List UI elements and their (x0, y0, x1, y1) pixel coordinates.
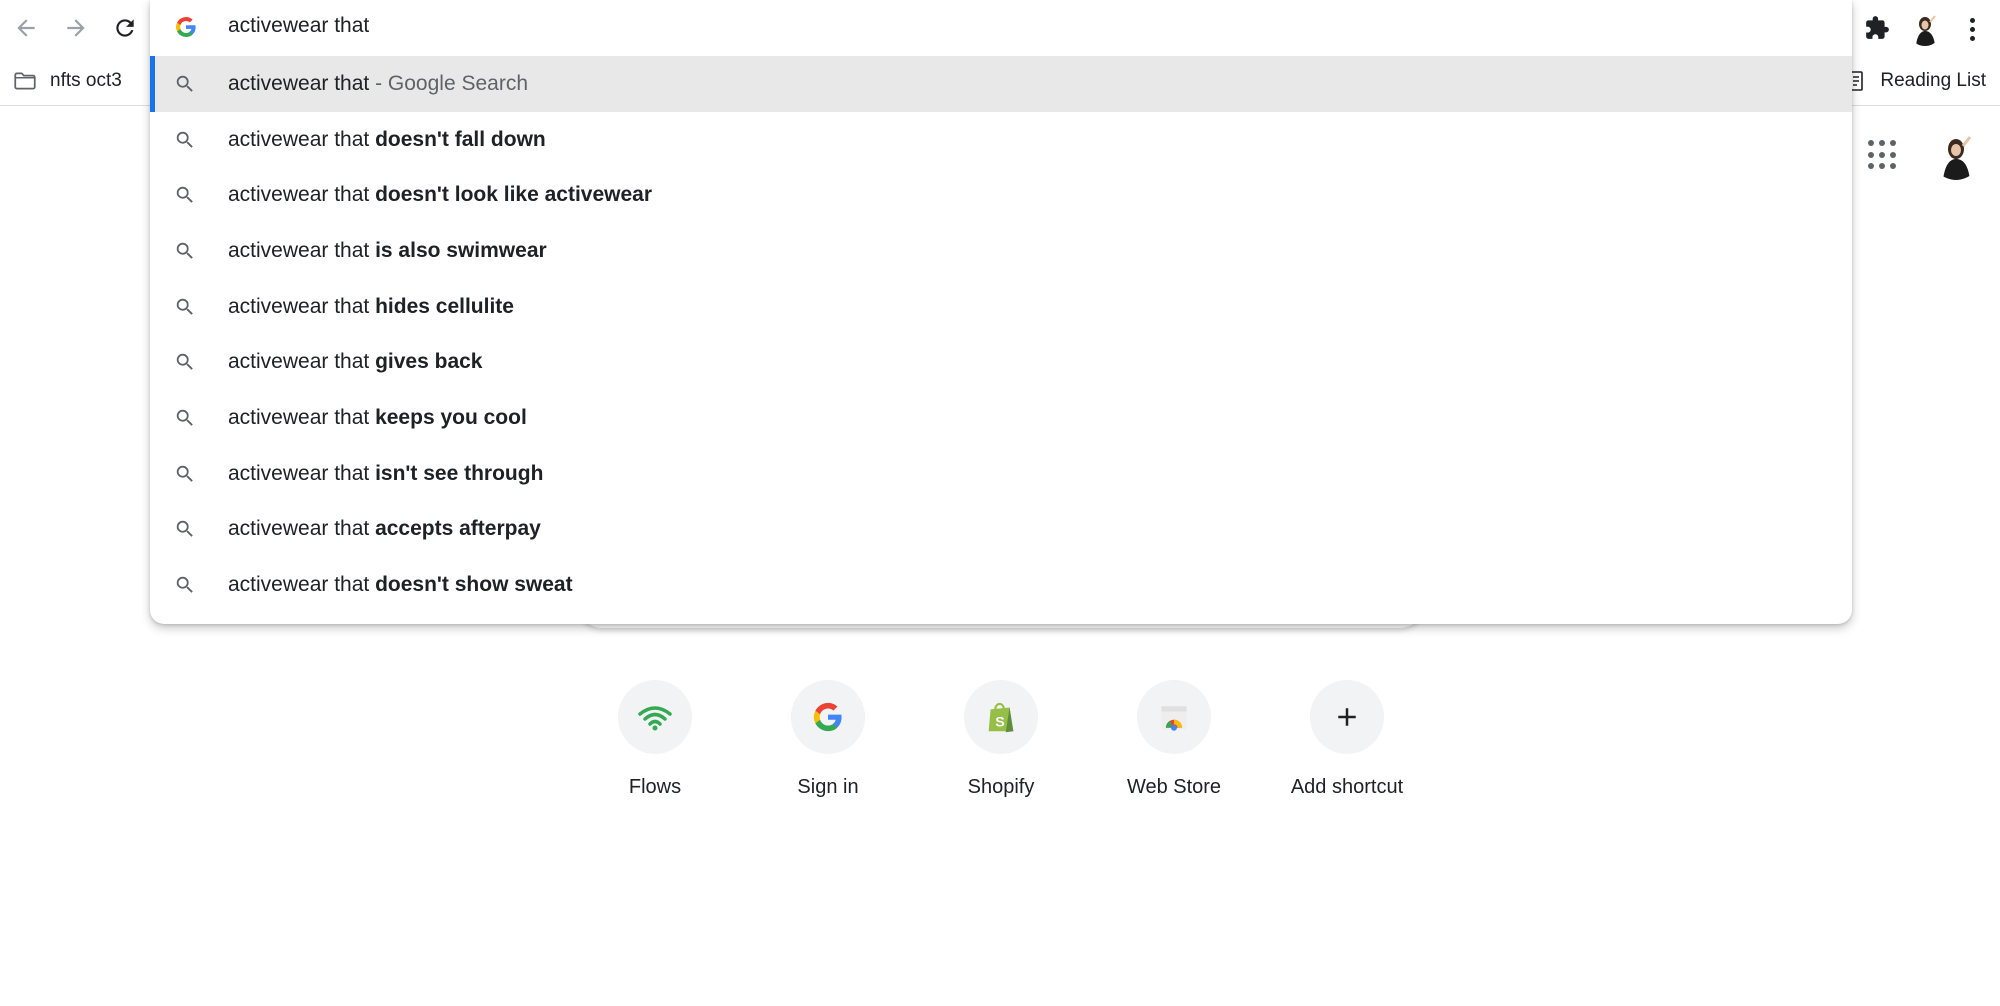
search-icon (174, 73, 196, 95)
shortcut-icon-tile: S (964, 680, 1038, 754)
suggestion-query: activewear that (228, 127, 376, 151)
avatar-image (1916, 15, 1936, 46)
shortcut-web-store[interactable]: Web Store (1099, 680, 1249, 799)
plus-icon (1338, 708, 1356, 726)
search-icon (174, 184, 196, 206)
shortcut-icon-tile (1137, 680, 1211, 754)
forward-button[interactable] (60, 12, 92, 44)
suggestion-completion: doesn't show sweat (375, 573, 573, 597)
suggestion-text: activewear that gives back (228, 350, 482, 374)
suggestion-item[interactable]: activewear that hides cellulite (150, 279, 1852, 335)
suggestion-query: activewear that (228, 573, 376, 597)
search-icon (174, 351, 196, 373)
shortcut-flows[interactable]: Flows (580, 680, 730, 799)
suggestion-text: activewear that is also swimwear (228, 239, 547, 263)
arrow-left-icon (17, 19, 35, 37)
suggestion-completion: is also swimwear (375, 238, 547, 262)
suggestion-item[interactable]: activewear that doesn't look like active… (150, 167, 1852, 223)
suggestion-text: activewear that accepts afterpay (228, 517, 541, 541)
search-icon (174, 407, 196, 429)
shortcut-shopify[interactable]: S Shopify (926, 680, 1076, 799)
shortcuts-grid: Flows Sign in S Shopify Web Store Add sh… (0, 680, 2000, 810)
folder-icon (14, 72, 36, 90)
shortcut-icon-tile (791, 680, 865, 754)
shopify-bag-icon: S (988, 702, 1014, 733)
suggestion-query: activewear that (228, 71, 370, 95)
suggestion-text: activewear that keeps you cool (228, 406, 527, 430)
suggestion-item[interactable]: activewear that isn't see through (150, 446, 1852, 502)
suggestion-query: activewear that (228, 461, 376, 485)
suggestion-text: activewear that doesn't show sweat (228, 573, 573, 597)
suggestion-query: activewear that (228, 183, 376, 207)
shortcut-sign-in[interactable]: Sign in (753, 680, 903, 799)
suggestion-completion: isn't see through (375, 461, 544, 485)
search-icon (174, 240, 196, 262)
suggestion-text: activewear that - Google Search (228, 72, 528, 96)
shortcut-label: Shopify (967, 776, 1035, 798)
bookmark-folder-label: nfts oct3 (50, 70, 122, 91)
suggestion-query: activewear that (228, 294, 376, 318)
search-icon (174, 574, 196, 596)
suggestion-item[interactable]: activewear that doesn't show sweat (150, 557, 1852, 613)
suggestion-item[interactable]: activewear that is also swimwear (150, 223, 1852, 279)
shortcut-label: Sign in (797, 776, 859, 798)
chrome-web-store-icon (1161, 706, 1187, 731)
suggestion-completion: doesn't look like activewear (375, 183, 653, 207)
suggestion-text: activewear that hides cellulite (228, 295, 514, 319)
suggestion-suffix: - Google Search (369, 71, 529, 95)
account-avatar[interactable] (1932, 132, 1980, 180)
suggestion-completion: keeps you cool (375, 405, 527, 429)
shortcut-icon-tile (618, 680, 692, 754)
suggestion-text: activewear that doesn't look like active… (228, 183, 652, 207)
avatar-image (1943, 136, 1972, 180)
suggestion-list: activewear that - Google Search activewea… (150, 56, 1852, 613)
suggestion-text: activewear that isn't see through (228, 462, 543, 486)
google-g-icon (176, 17, 196, 37)
arrow-right-icon (67, 19, 85, 37)
reload-icon (116, 19, 134, 37)
reading-list-label: Reading List (1880, 70, 1986, 91)
suggestion-completion: doesn't fall down (375, 127, 546, 151)
suggestion-completion: hides cellulite (375, 294, 514, 318)
suggestion-item[interactable]: activewear that doesn't fall down (150, 112, 1852, 168)
suggestion-completion: gives back (375, 350, 483, 374)
google-apps-button[interactable] (1868, 140, 1898, 170)
search-icon (174, 296, 196, 318)
omnibox-input[interactable]: activewear that (228, 14, 369, 38)
omnibox-input-row[interactable]: activewear that (150, 0, 1852, 56)
reload-button[interactable] (109, 12, 141, 44)
suggestion-item[interactable]: activewear that accepts afterpay (150, 502, 1852, 558)
wifi-icon (638, 706, 672, 731)
suggestion-query: activewear that (228, 517, 376, 541)
suggestion-text: activewear that doesn't fall down (228, 128, 546, 152)
suggestion-item[interactable]: activewear that - Google Search (150, 56, 1852, 112)
svg-text:S: S (995, 715, 1005, 731)
shortcut-add[interactable]: Add shortcut (1272, 680, 1422, 799)
reading-list-button[interactable]: Reading List (1844, 66, 1986, 96)
suggestion-query: activewear that (228, 350, 376, 374)
extensions-button[interactable] (1862, 13, 1892, 43)
more-menu-button[interactable] (1960, 14, 1984, 44)
shortcut-icon-tile (1310, 680, 1384, 754)
omnibox-dropdown: activewear that activewear that - Google… (150, 0, 1852, 624)
shortcut-label: Web Store (1126, 776, 1222, 798)
google-g-icon (813, 702, 842, 732)
suggestion-query: activewear that (228, 238, 376, 262)
shortcut-label: Flows (628, 776, 682, 798)
profile-avatar[interactable] (1908, 12, 1942, 46)
suggestion-query: activewear that (228, 405, 376, 429)
suggestion-item[interactable]: activewear that keeps you cool (150, 390, 1852, 446)
back-button[interactable] (10, 12, 42, 44)
search-icon (174, 129, 196, 151)
suggestion-completion: accepts afterpay (375, 517, 541, 541)
suggestion-item[interactable]: activewear that gives back (150, 334, 1852, 390)
search-icon (174, 463, 196, 485)
bookmark-folder-nfts[interactable]: nfts oct3 (12, 66, 122, 96)
puzzle-icon (1866, 16, 1889, 39)
shortcut-label: Add shortcut (1290, 776, 1404, 798)
search-icon (174, 518, 196, 540)
